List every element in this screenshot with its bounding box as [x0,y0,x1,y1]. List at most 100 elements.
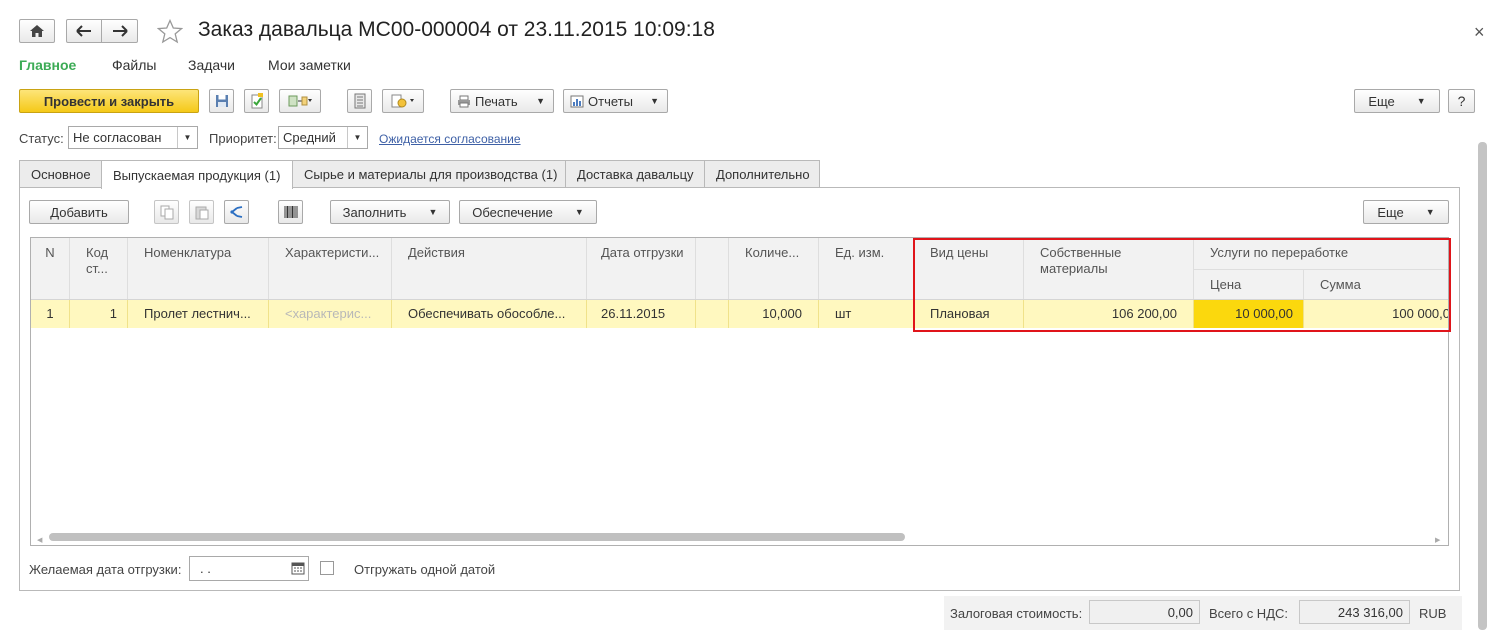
chevron-down-icon: ▼ [650,96,659,106]
print-button[interactable]: Печать ▼ [450,89,554,113]
cell-actions[interactable]: Обеспечивать обособле... [392,300,587,328]
vertical-scrollbar[interactable] [1478,142,1487,630]
nav-tasks[interactable]: Задачи [188,57,235,73]
priority-value: Средний [283,130,336,145]
cell-ship-date[interactable]: 26.11.2015 [587,300,696,328]
fill-button[interactable]: Заполнить ▼ [330,200,450,224]
cell-quantity[interactable]: 10,000 [729,300,819,328]
col-header-own-materials[interactable]: Собственные материалы [1024,238,1194,300]
products-table: N Код ст... Номенклатура Характеристи...… [30,237,1449,546]
priority-select[interactable]: Средний ▼ [278,126,368,149]
cell-nomenclature[interactable]: Пролет лестнич... [128,300,269,328]
col-header-actions[interactable]: Действия [392,238,587,300]
cell-processing-sum[interactable]: 100 000,0 [1304,300,1448,328]
reports-button[interactable]: Отчеты ▼ [563,89,668,113]
paste-icon [195,206,208,219]
cell-characteristic[interactable]: <характерис... [269,300,392,328]
save-button[interactable] [209,89,234,113]
barcode-button[interactable] [278,200,303,224]
provision-button[interactable]: Обеспечение ▼ [459,200,597,224]
provision-label: Обеспечение [472,204,553,220]
col-header-quantity[interactable]: Количе... [729,238,819,300]
desired-date-label: Желаемая дата отгрузки: [29,562,182,577]
cell-own-materials[interactable]: 106 200,00 [1024,300,1194,328]
cell-unit[interactable]: шт [819,300,914,328]
nav-files[interactable]: Файлы [112,57,156,73]
structure-button[interactable] [382,89,424,113]
back-button[interactable] [66,19,102,43]
col-header-processing-sum[interactable]: Сумма [1304,269,1448,299]
cell-flag[interactable] [696,300,729,328]
more-actions-button[interactable]: Еще ▼ [1354,89,1440,113]
cell-processing-price[interactable]: 10 000,00 [1194,300,1304,328]
priority-label: Приоритет: [209,131,277,146]
nav-main[interactable]: Главное [19,57,76,73]
col-header-characteristic[interactable]: Характеристи... [269,238,392,300]
create-based-on-button[interactable] [279,89,321,113]
cell-price-type[interactable]: Плановая [914,300,1024,328]
tab-additional[interactable]: Дополнительно [704,160,820,188]
approval-link[interactable]: Ожидается согласование [379,132,521,146]
currency-label: RUB [1419,606,1447,621]
cell-n[interactable]: 1 [31,300,70,328]
save-icon [215,95,228,107]
paste-button[interactable] [189,200,214,224]
chevron-down-icon: ▼ [1425,207,1435,217]
chevron-down-icon: ▼ [574,207,584,217]
calendar-icon[interactable] [291,561,305,578]
scroll-left-icon[interactable]: ◀ [37,536,42,544]
total-value: 243 316,00 [1299,600,1410,624]
ship-one-date-checkbox[interactable] [320,561,334,575]
desired-date-value: . . [200,561,211,576]
col-header-flag[interactable] [696,238,729,300]
deposit-value: 0,00 [1089,600,1200,624]
scroll-right-icon[interactable]: ▶ [1435,536,1440,544]
tab-main[interactable]: Основное [19,160,102,188]
horizontal-scrollbar[interactable] [49,533,905,541]
cell-code[interactable]: 1 [70,300,128,328]
document-journal-button[interactable] [347,89,372,113]
tab-output-products[interactable]: Выпускаемая продукция (1) [101,160,293,189]
post-button[interactable] [244,89,269,113]
col-header-ship-date[interactable]: Дата отгрузки [587,238,696,300]
table-more-label: Еще [1377,204,1404,220]
col-header-unit[interactable]: Ед. изм. [819,238,914,300]
list-icon [354,93,365,109]
create-based-icon [288,95,312,107]
ship-one-date-label: Отгружать одной датой [354,562,496,577]
split-row-button[interactable] [224,200,249,224]
tab-raw-materials[interactable]: Сырье и материалы для производства (1) [292,160,566,188]
forward-button[interactable] [101,19,138,43]
chevron-down-icon: ▼ [536,96,545,106]
arrow-right-icon [112,25,128,37]
col-header-processing-price[interactable]: Цена [1194,269,1304,299]
total-label: Всего с НДС: [1209,606,1289,621]
fill-label: Заполнить [342,204,407,220]
favorite-button[interactable] [156,18,184,47]
close-icon[interactable]: × [1474,22,1485,43]
chevron-down-icon: ▼ [1416,96,1426,106]
help-button[interactable]: ? [1448,89,1475,113]
post-and-close-button[interactable]: Провести и закрыть [19,89,199,113]
nav-notes[interactable]: Мои заметки [268,57,351,73]
copy-icon [160,205,173,219]
col-header-price-type[interactable]: Вид цены [914,238,1024,300]
split-icon [229,206,242,218]
print-label: Печать [475,93,518,109]
copy-button[interactable] [154,200,179,224]
col-header-n[interactable]: N [31,238,70,300]
desired-date-field[interactable]: . . [189,556,309,581]
chevron-down-icon[interactable]: ▼ [347,127,367,148]
add-button[interactable]: Добавить [29,200,129,224]
barcode-icon [284,206,297,218]
reports-label: Отчеты [588,93,633,109]
deposit-label: Залоговая стоимость: [950,606,1083,621]
chevron-down-icon[interactable]: ▼ [177,127,197,148]
tab-delivery[interactable]: Доставка давальцу [565,160,705,188]
table-more-button[interactable]: Еще ▼ [1363,200,1449,224]
col-header-code[interactable]: Код ст... [70,238,128,300]
status-select[interactable]: Не согласован ▼ [68,126,198,149]
col-header-nomenclature[interactable]: Номенклатура [128,238,269,300]
col-header-processing[interactable]: Услуги по переработке [1194,238,1448,269]
home-button[interactable] [19,19,55,43]
